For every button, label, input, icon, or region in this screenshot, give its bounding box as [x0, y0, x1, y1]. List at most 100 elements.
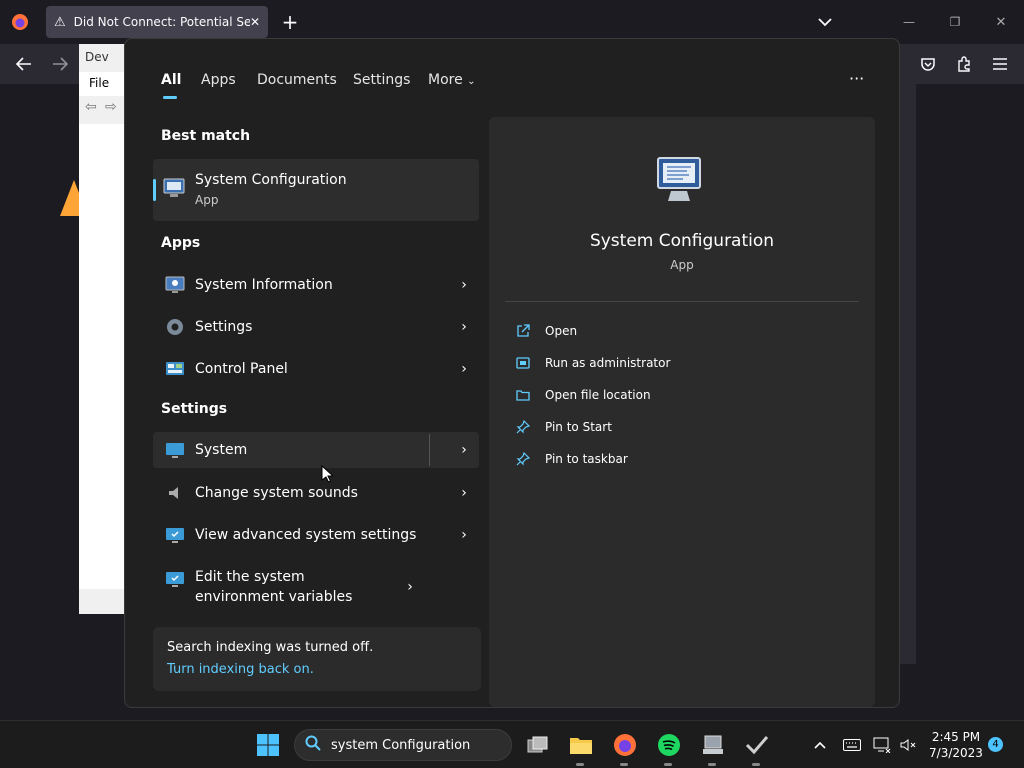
running-indicator [708, 763, 716, 766]
apps-heading: Apps [161, 235, 201, 251]
action-label: Open [545, 324, 578, 338]
browser-tab[interactable]: ⚠ Did Not Connect: Potential Security Is… [46, 6, 268, 38]
action-open-file-location[interactable]: Open file location [515, 387, 651, 403]
back-arrow-icon[interactable]: ⇦ [85, 99, 97, 115]
spotify-icon[interactable] [655, 731, 683, 759]
action-label: Open file location [545, 388, 651, 402]
action-label: Pin to Start [545, 420, 612, 434]
notification-badge[interactable]: 4 [988, 737, 1003, 752]
checkmark-app-icon[interactable] [743, 731, 771, 759]
speaker-icon [163, 481, 187, 505]
volume-muted-icon[interactable] [894, 731, 922, 759]
clock-time: 2:45 PM [931, 730, 981, 744]
tab-list-chevron-icon[interactable] [814, 12, 836, 32]
action-run-as-administrator[interactable]: Run as administrator [515, 355, 670, 371]
taskbar-search-box[interactable]: system Configuration [294, 729, 512, 761]
network-icon[interactable] [868, 731, 896, 759]
clock-date: 7/3/2023 [929, 746, 983, 760]
setting-label: View advanced system settings [195, 527, 417, 543]
best-match-heading: Best match [161, 128, 251, 144]
firefox-icon[interactable] [10, 12, 30, 32]
detail-name: System Configuration [589, 231, 775, 251]
minimize-button[interactable]: — [898, 12, 920, 32]
app-settings[interactable]: Settings › [153, 308, 479, 346]
divider [429, 434, 430, 466]
setting-change-system-sounds[interactable]: Change system sounds › [153, 474, 479, 512]
keyboard-icon[interactable] [838, 731, 866, 759]
chevron-up-icon[interactable] [806, 731, 834, 759]
close-window-button[interactable]: ✕ [990, 12, 1012, 32]
setting-label: Change system sounds [195, 485, 358, 501]
tab-title: Did Not Connect: Potential Security Issu… [73, 15, 250, 29]
action-label: Run as administrator [545, 356, 671, 370]
setting-edit-environment-variables[interactable]: Edit the system environment variables › [153, 563, 479, 611]
detail-pane: System Configuration App Open Run as adm… [489, 117, 875, 707]
chevron-right-icon[interactable]: › [449, 527, 479, 543]
tab-all[interactable]: All [161, 72, 181, 88]
app-label: Control Panel [195, 361, 288, 377]
forward-arrow-icon[interactable] [50, 54, 70, 74]
tab-settings[interactable]: Settings [353, 72, 410, 88]
chevron-right-icon[interactable]: › [449, 442, 479, 458]
more-options-button[interactable]: ··· [849, 69, 864, 88]
app-control-panel[interactable]: Control Panel › [153, 350, 479, 388]
action-label: Pin to taskbar [545, 452, 628, 466]
restore-button[interactable]: ❐ [944, 12, 966, 32]
indexing-notice-text: Search indexing was turned off. [167, 640, 374, 655]
setting-label: System [195, 442, 248, 458]
detail-type: App [670, 258, 694, 272]
system-information-icon [163, 273, 187, 297]
chevron-right-icon[interactable]: › [395, 579, 425, 595]
scroll-area [900, 84, 916, 664]
file-explorer-icon[interactable] [567, 731, 595, 759]
chevron-right-icon[interactable]: › [449, 319, 479, 335]
setting-view-advanced-system-settings[interactable]: View advanced system settings › [153, 516, 479, 554]
action-pin-to-start[interactable]: Pin to Start [515, 419, 612, 435]
new-tab-button[interactable]: + [280, 10, 300, 34]
admin-icon [515, 355, 531, 371]
tab-more-label: More [428, 72, 463, 88]
system-settings-icon [163, 438, 187, 462]
selection-indicator [153, 179, 156, 201]
menu-hamburger-icon[interactable] [990, 54, 1010, 74]
clock[interactable]: 2:45 PM 7/3/2023 [926, 729, 986, 761]
pocket-icon[interactable] [918, 54, 938, 74]
app-system-information[interactable]: System Information › [153, 266, 479, 304]
folder-icon [515, 387, 531, 403]
app-label: Settings [195, 319, 253, 335]
best-match-item[interactable]: System Configuration App [153, 159, 479, 221]
windows-start-icon[interactable] [254, 731, 282, 759]
back-arrow-icon[interactable] [14, 54, 34, 74]
firefox-icon[interactable] [611, 731, 639, 759]
environment-variables-icon [163, 567, 187, 591]
forward-arrow-icon[interactable]: ⇨ [105, 99, 117, 115]
devmgr-title: Dev [85, 50, 109, 64]
extensions-icon[interactable] [954, 54, 974, 74]
chevron-right-icon[interactable]: › [449, 361, 479, 377]
active-tab-indicator [163, 96, 177, 99]
taskbar-search-input[interactable]: system Configuration [331, 738, 470, 753]
running-indicator [752, 763, 760, 766]
warning-icon: ⚠ [54, 14, 66, 30]
divider [505, 301, 859, 302]
action-open[interactable]: Open [515, 323, 577, 339]
best-match-type: App [195, 193, 219, 207]
app-label: System Information [195, 277, 333, 293]
turn-indexing-on-link[interactable]: Turn indexing back on. [167, 662, 314, 677]
running-indicator [664, 763, 672, 766]
running-indicator [620, 763, 628, 766]
tab-apps[interactable]: Apps [201, 72, 236, 88]
tab-documents[interactable]: Documents [257, 72, 337, 88]
open-icon [515, 323, 531, 339]
task-view-icon[interactable] [524, 731, 552, 759]
setting-system[interactable]: System › [153, 432, 479, 468]
action-pin-to-taskbar[interactable]: Pin to taskbar [515, 451, 628, 467]
system-configuration-icon [163, 177, 185, 203]
setting-label: Edit the system environment variables [195, 569, 353, 605]
tab-more[interactable]: More ⌄ [428, 72, 476, 88]
chevron-right-icon[interactable]: › [449, 485, 479, 501]
chevron-right-icon[interactable]: › [449, 277, 479, 293]
settings-heading: Settings [161, 401, 228, 417]
close-tab-icon[interactable]: ✕ [250, 15, 260, 29]
device-manager-icon[interactable] [699, 731, 727, 759]
